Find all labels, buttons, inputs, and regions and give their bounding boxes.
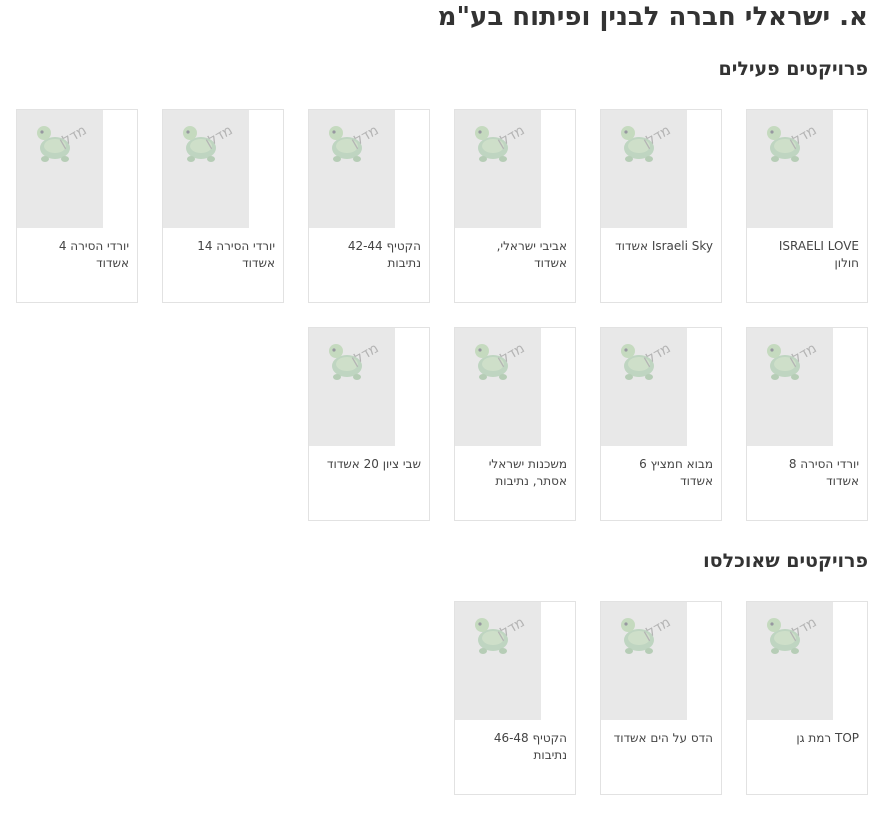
page-title: א. ישראלי חברה לבנין ופיתוח בע"מ xyxy=(437,2,868,32)
turtle-logo-icon: מדלן xyxy=(767,340,820,380)
project-title: Israeli Sky אשדוד xyxy=(615,239,713,253)
project-title: אביבי ישראלי, אשדוד xyxy=(496,239,567,270)
svg-text:מדלן: מדלן xyxy=(56,122,89,150)
turtle-logo-icon: מדלן xyxy=(475,122,528,162)
project-title: יורדי הסירה 14 אשדוד xyxy=(197,239,275,270)
project-thumbnail: מדלן xyxy=(309,110,395,228)
turtle-logo-icon: מדלן xyxy=(767,122,820,162)
svg-text:מדלן: מדלן xyxy=(786,122,819,150)
project-card[interactable]: מדלן יורדי הסירה 14 אשדוד xyxy=(162,109,284,303)
turtle-logo-icon: מדלן xyxy=(37,122,90,162)
project-card[interactable]: מדלן מבוא חמציץ 6 אשדוד xyxy=(600,327,722,521)
project-title: ISRAELI LOVE חולון xyxy=(778,239,859,270)
project-title: הקטיף 42-44 נתיבות xyxy=(347,239,421,270)
turtle-logo-icon: מדלן xyxy=(475,340,528,380)
project-thumbnail: מדלן xyxy=(747,328,833,446)
project-card[interactable]: מדלן הקטיף 46-48 נתיבות xyxy=(454,601,576,795)
active-projects-grid: מדלן ISRAELI LOVE חולון מדלן Israeli Sky… xyxy=(12,109,868,545)
project-title: יורדי הסירה 8 אשדוד xyxy=(788,457,859,488)
svg-text:מדלן: מדלן xyxy=(494,340,527,368)
project-card[interactable]: מדלן משכנות ישראלי אסתר, נתיבות xyxy=(454,327,576,521)
project-thumbnail: מדלן xyxy=(747,110,833,228)
svg-text:מדלן: מדלן xyxy=(640,122,673,150)
project-card[interactable]: מדלן הדס על הים אשדוד xyxy=(600,601,722,795)
project-thumbnail: מדלן xyxy=(455,602,541,720)
project-card[interactable]: מדלן אביבי ישראלי, אשדוד xyxy=(454,109,576,303)
svg-text:מדלן: מדלן xyxy=(202,122,235,150)
section-title-active: פרויקטים פעילים xyxy=(718,58,868,80)
svg-text:מדלן: מדלן xyxy=(348,122,381,150)
project-thumbnail: מדלן xyxy=(601,110,687,228)
project-card[interactable]: מדלן שבי ציון 20 אשדוד xyxy=(308,327,430,521)
occupied-projects-grid: מדלן TOP רמת גן מדלן הדס על הים אשדוד מד… xyxy=(12,601,868,819)
turtle-logo-icon: מדלן xyxy=(767,614,820,654)
project-title: הקטיף 46-48 נתיבות xyxy=(493,731,567,762)
svg-text:מדלן: מדלן xyxy=(786,614,819,642)
project-thumbnail: מדלן xyxy=(455,328,541,446)
svg-text:מדלן: מדלן xyxy=(494,122,527,150)
project-card[interactable]: מדלן הקטיף 42-44 נתיבות xyxy=(308,109,430,303)
project-title: מבוא חמציץ 6 אשדוד xyxy=(639,457,713,488)
project-title: TOP רמת גן xyxy=(796,731,859,745)
project-card[interactable]: מדלן Israeli Sky אשדוד xyxy=(600,109,722,303)
turtle-logo-icon: מדלן xyxy=(183,122,236,162)
project-title: שבי ציון 20 אשדוד xyxy=(326,457,421,471)
turtle-logo-icon: מדלן xyxy=(329,122,382,162)
project-title: יורדי הסירה 4 אשדוד xyxy=(58,239,129,270)
project-thumbnail: מדלן xyxy=(601,602,687,720)
project-thumbnail: מדלן xyxy=(309,328,395,446)
turtle-logo-icon: מדלן xyxy=(329,340,382,380)
svg-text:מדלן: מדלן xyxy=(640,614,673,642)
project-card[interactable]: מדלן TOP רמת גן xyxy=(746,601,868,795)
project-card[interactable]: מדלן יורדי הסירה 4 אשדוד xyxy=(16,109,138,303)
project-title: הדס על הים אשדוד xyxy=(613,731,713,745)
project-card[interactable]: מדלן יורדי הסירה 8 אשדוד xyxy=(746,327,868,521)
project-thumbnail: מדלן xyxy=(601,328,687,446)
svg-text:מדלן: מדלן xyxy=(786,340,819,368)
section-title-occupied: פרויקטים שאוכלסו xyxy=(703,550,868,572)
svg-text:מדלן: מדלן xyxy=(348,340,381,368)
project-thumbnail: מדלן xyxy=(17,110,103,228)
project-thumbnail: מדלן xyxy=(455,110,541,228)
turtle-logo-icon: מדלן xyxy=(621,340,674,380)
project-thumbnail: מדלן xyxy=(163,110,249,228)
turtle-logo-icon: מדלן xyxy=(475,614,528,654)
project-title: משכנות ישראלי אסתר, נתיבות xyxy=(488,457,567,488)
turtle-logo-icon: מדלן xyxy=(621,614,674,654)
project-thumbnail: מדלן xyxy=(747,602,833,720)
svg-text:מדלן: מדלן xyxy=(640,340,673,368)
turtle-logo-icon: מדלן xyxy=(621,122,674,162)
svg-text:מדלן: מדלן xyxy=(494,614,527,642)
project-card[interactable]: מדלן ISRAELI LOVE חולון xyxy=(746,109,868,303)
